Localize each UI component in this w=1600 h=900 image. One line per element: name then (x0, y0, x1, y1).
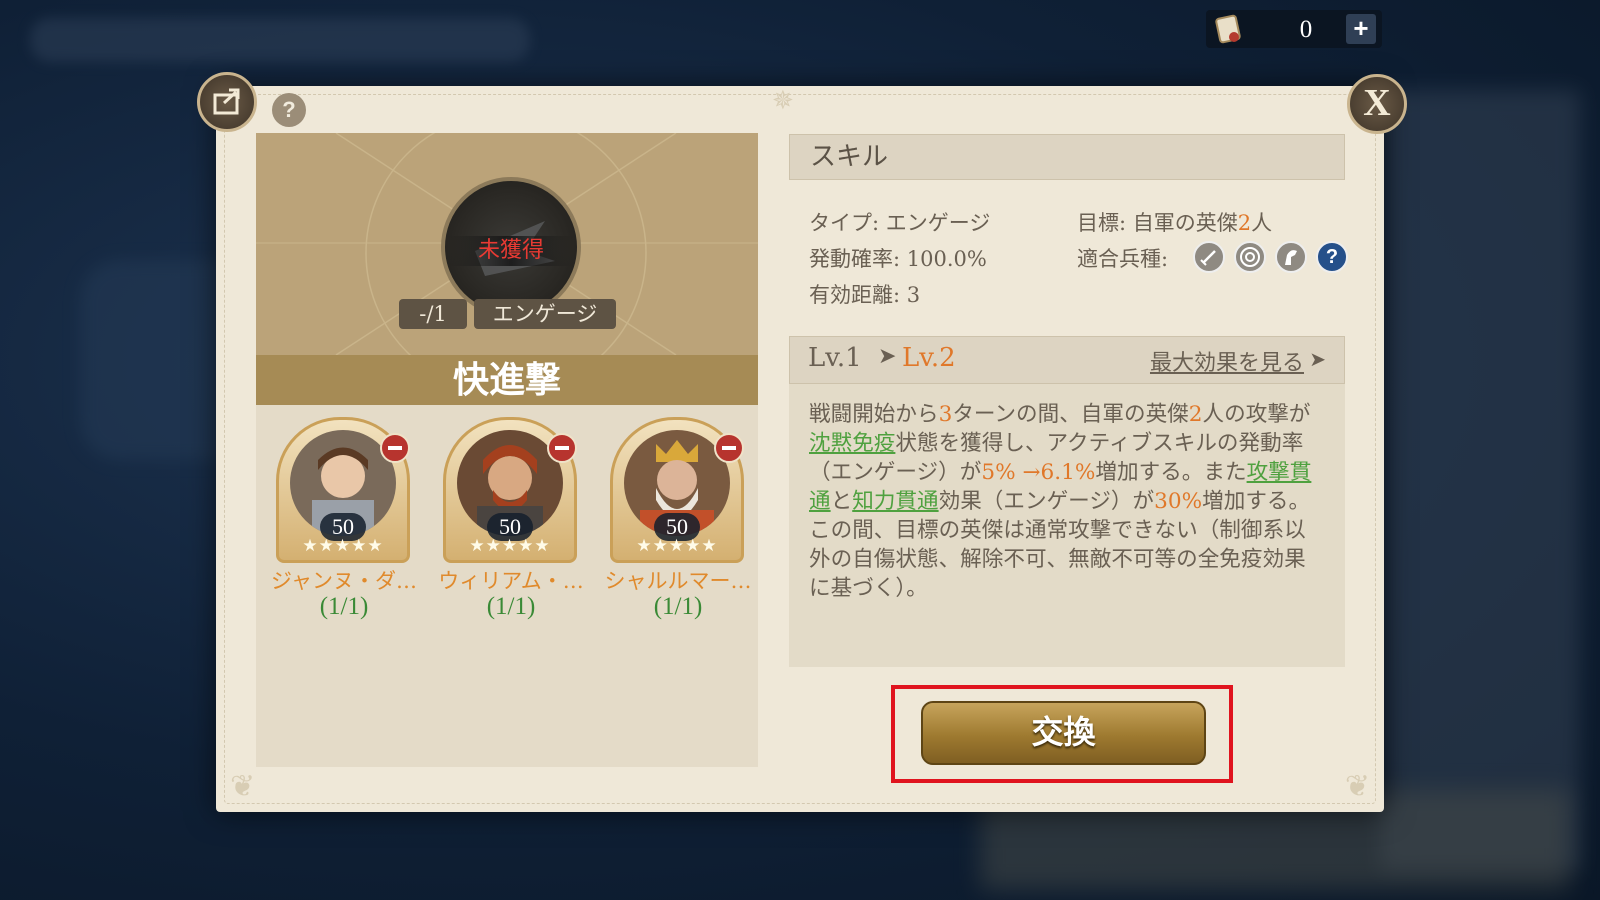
hero-count: (1/1) (486, 593, 536, 620)
remove-hero-button[interactable] (547, 433, 577, 463)
skill-section-header: スキル (789, 134, 1345, 180)
background-title-blur (30, 18, 530, 62)
close-button[interactable]: X (1347, 74, 1407, 134)
keyword-link[interactable]: 沈黙免疫 (809, 431, 895, 456)
skill-description: 戦闘開始から3ターンの間、自軍の英傑2人の攻撃が沈黙免疫状態を獲得し、アクティブ… (809, 402, 1312, 601)
compass-ornament-icon: ✵ (772, 86, 794, 116)
skill-type-info: タイプ: エンゲージ (809, 207, 990, 237)
skill-type-tag: エンゲージ (474, 299, 616, 329)
keyword-link[interactable]: 知力貫通 (852, 489, 938, 514)
effective-range-info: 有効距離: 3 (809, 279, 920, 309)
hero-name: ウィリアム・… (438, 569, 584, 593)
hero-count: (1/1) (653, 593, 703, 620)
chevron-right-icon[interactable]: ➤ (1309, 347, 1326, 371)
target-label: 目標: (1077, 211, 1133, 235)
help-button[interactable]: ? (272, 93, 306, 127)
scroll-icon (1212, 13, 1246, 45)
hero-name: ジャンヌ・ダ… (271, 569, 417, 593)
skill-count-tag: -/1 (399, 299, 467, 329)
hero-stars: ★★★★★ (469, 536, 551, 556)
activation-rate-info: 発動確率: 100.0% (809, 243, 987, 273)
share-button[interactable] (197, 72, 257, 132)
skill-description-box: 戦闘開始から3ターンの間、自軍の英傑2人の攻撃が沈黙免疫状態を獲得し、アクティブ… (789, 384, 1345, 667)
level-bar: Lv.1 ➤ Lv.2 最大効果を見る ➤ (789, 336, 1345, 384)
type-label: タイプ: (809, 211, 886, 235)
currency-bar: 0 + (1206, 10, 1382, 48)
unacquired-status: 未獲得 (448, 236, 574, 266)
target-count: 2 (1237, 211, 1252, 235)
corner-ornament-icon: ❦ (230, 769, 256, 804)
horse-icon[interactable] (1275, 241, 1307, 273)
rate-label: 発動確率: (809, 247, 907, 271)
skill-name: 快進撃 (256, 355, 758, 405)
hero-name: シャルルマー… (604, 569, 752, 593)
unit-help-icon[interactable]: ? (1316, 241, 1348, 273)
level-arrow-icon: ➤ (878, 344, 897, 369)
range-label: 有効距離: (809, 283, 907, 307)
target-icon[interactable] (1234, 241, 1266, 273)
target-value: 自軍の英傑 (1132, 211, 1238, 235)
next-level: Lv.2 (902, 343, 956, 373)
unit-types-label: 適合兵種: (1077, 247, 1169, 271)
hero-stars: ★★★★★ (302, 536, 384, 556)
max-effect-link[interactable]: 最大効果を見る (1150, 345, 1304, 377)
remove-hero-button[interactable] (714, 433, 744, 463)
target-unit: 人 (1251, 211, 1273, 235)
skill-target-info: 目標: 自軍の英傑2人 (1077, 207, 1272, 237)
background-panel-blur (1380, 90, 1580, 870)
hero-stars: ★★★★★ (636, 536, 718, 556)
currency-value: 0 (1299, 16, 1313, 43)
type-value: エンゲージ (885, 211, 991, 235)
sword-icon[interactable] (1193, 241, 1225, 273)
range-value: 3 (906, 283, 921, 307)
share-icon (213, 88, 240, 115)
remove-hero-button[interactable] (380, 433, 410, 463)
rate-value: 100.0% (906, 247, 987, 271)
hero-count: (1/1) (319, 593, 369, 620)
corner-ornament-icon: ❦ (1344, 769, 1370, 804)
add-currency-button[interactable]: + (1346, 14, 1376, 44)
current-level: Lv.1 (808, 343, 862, 373)
exchange-button-highlight (891, 685, 1233, 783)
